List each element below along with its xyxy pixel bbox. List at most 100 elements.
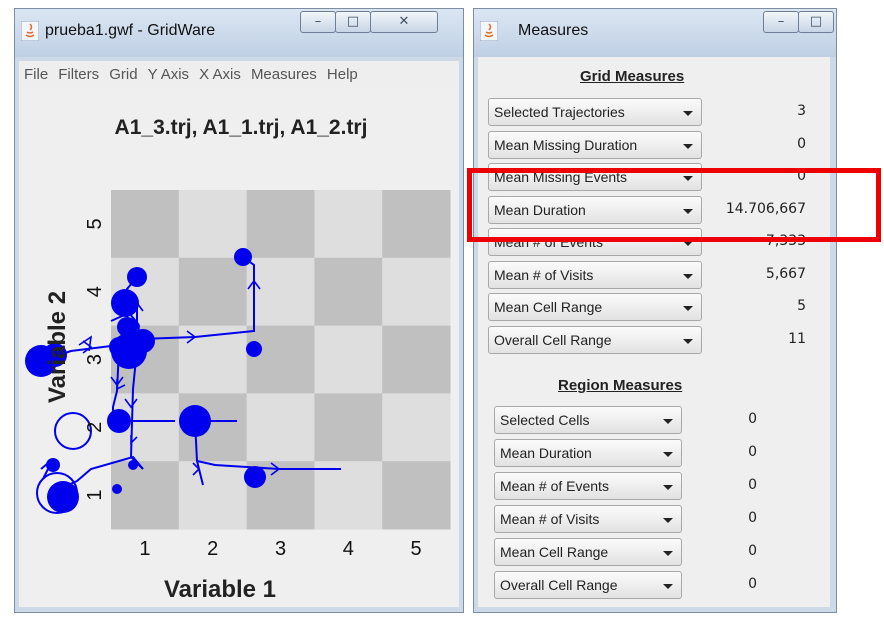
maximize-button[interactable]: □ [798, 11, 834, 33]
grid-cell[interactable] [178, 461, 248, 530]
dropdown-label: Selected Trajectories [494, 104, 625, 120]
grid-cell[interactable] [111, 190, 180, 259]
x-tick-label: 4 [343, 538, 354, 560]
x-tick-label: 3 [275, 538, 286, 560]
minimize-icon: – [777, 14, 785, 29]
grid-measure-value: 0 [797, 135, 806, 152]
region-measure-dropdown[interactable]: Overall Cell Range [494, 571, 682, 599]
region-row-mean-duration: Mean Duration 0 [478, 439, 830, 469]
measures-panel: Grid Measures Selected Trajectories 3 Mean… [478, 57, 830, 607]
chevron-down-icon [683, 143, 693, 149]
dropdown-label: Overall Cell Range [494, 331, 612, 348]
grid-measure-value: 5,667 [765, 265, 806, 282]
chevron-down-icon [663, 551, 673, 556]
grid-row-selected-trajectories: Selected Trajectories 3 [478, 98, 830, 128]
region-measure-dropdown[interactable]: Mean # of Events [494, 472, 682, 500]
measures-title: Measures [518, 22, 589, 39]
region-row-selected-cells: Selected Cells 0 [478, 406, 830, 436]
grid-cell[interactable] [246, 257, 315, 327]
region-row-mean-num-of-events: Mean # of Events 0 [478, 472, 830, 502]
region-measure-dropdown[interactable]: Mean Duration [494, 439, 682, 467]
dropdown-label: Overall Cell Range [500, 577, 618, 593]
dropdown-label: Mean Duration [500, 445, 592, 461]
maximize-button[interactable]: □ [335, 11, 371, 33]
grid-cell[interactable] [382, 190, 451, 259]
chevron-down-icon [683, 273, 693, 279]
minimize-button[interactable]: – [300, 11, 336, 33]
grid-cell[interactable] [246, 325, 315, 394]
chevron-down-icon [663, 518, 673, 523]
dropdown-label: Mean Missing Duration [494, 136, 638, 153]
grid-cell[interactable] [382, 461, 451, 530]
chevron-down-icon [663, 584, 673, 589]
chevron-down-icon [663, 452, 673, 457]
x-axis-label: Variable 1 [164, 576, 276, 603]
grid-cell[interactable] [382, 393, 451, 462]
grid-measure-value: 5 [797, 298, 806, 314]
region-measure-value: 0 [748, 543, 757, 559]
y-tick-label: 5 [84, 218, 106, 229]
chevron-down-icon [663, 419, 673, 424]
menu-y-axis[interactable]: Y Axis [148, 61, 189, 89]
measures-titlebar[interactable]: Measures – □ [474, 9, 836, 57]
grid-cells[interactable] [111, 190, 451, 530]
region-measure-value: 0 [748, 477, 757, 493]
grid-cell[interactable] [314, 393, 383, 462]
gridware-window: prueba1.gwf - GridWare – □ ✕ File Filter… [14, 8, 464, 613]
minimize-button[interactable]: – [763, 11, 799, 33]
grid-cell[interactable] [178, 257, 248, 327]
maximize-icon: □ [346, 14, 360, 29]
region-measure-dropdown[interactable]: Mean # of Visits [494, 505, 682, 533]
dropdown-label: Mean # of Visits [494, 266, 594, 283]
region-measures-header: Region Measures [558, 377, 683, 394]
gridware-titlebar[interactable]: prueba1.gwf - GridWare – □ ✕ [15, 9, 463, 57]
dropdown-label: Mean Cell Range [494, 299, 603, 315]
grid-measure-dropdown[interactable]: Mean # of Visits [488, 260, 702, 289]
gridware-title: prueba1.gwf - GridWare [45, 22, 216, 39]
grid-measure-dropdown[interactable]: Mean Cell Range [488, 293, 702, 321]
region-row-mean-num-of-visits: Mean # of Visits 0 [478, 505, 830, 535]
grid-cell[interactable] [314, 325, 383, 394]
region-measure-dropdown[interactable]: Mean Cell Range [494, 538, 682, 566]
dropdown-label: Selected Cells [500, 412, 590, 428]
region-measure-value: 0 [748, 411, 757, 427]
state-space-grid-plot[interactable]: A1_3.trj, A1_1.trj, A1_2.trj 1 2 3 4 5 1 2 3 4 5… [19, 89, 459, 607]
grid-cell[interactable] [246, 190, 315, 259]
grid-measure-value: 11 [788, 330, 806, 347]
menu-filters[interactable]: Filters [58, 61, 99, 89]
grid-measure-dropdown[interactable]: Overall Cell Range [488, 325, 702, 354]
chevron-down-icon [683, 111, 693, 116]
menu-help[interactable]: Help [327, 61, 358, 89]
grid-measures-header: Grid Measures [580, 68, 685, 85]
chevron-down-icon [683, 306, 693, 311]
menu-grid[interactable]: Grid [109, 61, 137, 89]
y-axis-ticks: 1 2 3 4 5 [84, 218, 106, 500]
region-measure-value: 0 [748, 576, 757, 592]
x-tick-label: 1 [139, 538, 150, 560]
menu-file[interactable]: File [24, 61, 48, 89]
grid-cell[interactable] [382, 325, 451, 394]
grid-cell[interactable] [382, 257, 451, 327]
x-tick-label: 2 [207, 538, 218, 560]
grid-cell[interactable] [178, 190, 248, 259]
grid-cell[interactable] [314, 461, 383, 530]
grid-cell[interactable] [314, 190, 383, 259]
region-row-overall-cell-range: Overall Cell Range 0 [478, 571, 830, 601]
menu-measures[interactable]: Measures [251, 61, 317, 89]
menu-x-axis[interactable]: X Axis [199, 61, 241, 89]
close-button[interactable]: ✕ [370, 11, 438, 33]
grid-row-overall-cell-range: Overall Cell Range 11 [478, 325, 830, 356]
grid-cell[interactable] [246, 393, 315, 462]
x-tick-label: 5 [411, 538, 422, 560]
grid-row-mean-num-of-visits: Mean # of Visits 5,667 [478, 260, 830, 291]
gridware-menubar: File Filters Grid Y Axis X Axis Measures… [19, 61, 459, 89]
y-tick-label: 3 [84, 354, 106, 365]
grid-measure-dropdown[interactable]: Mean Missing Duration [488, 130, 702, 159]
grid-measure-dropdown[interactable]: Selected Trajectories [488, 98, 702, 126]
dropdown-label: Mean Cell Range [500, 544, 609, 560]
region-row-mean-cell-range: Mean Cell Range 0 [478, 538, 830, 568]
grid-cell[interactable] [314, 257, 383, 327]
grid-cell[interactable] [111, 461, 180, 530]
grid-measure-value: 3 [797, 103, 806, 119]
region-measure-dropdown[interactable]: Selected Cells [494, 406, 682, 434]
